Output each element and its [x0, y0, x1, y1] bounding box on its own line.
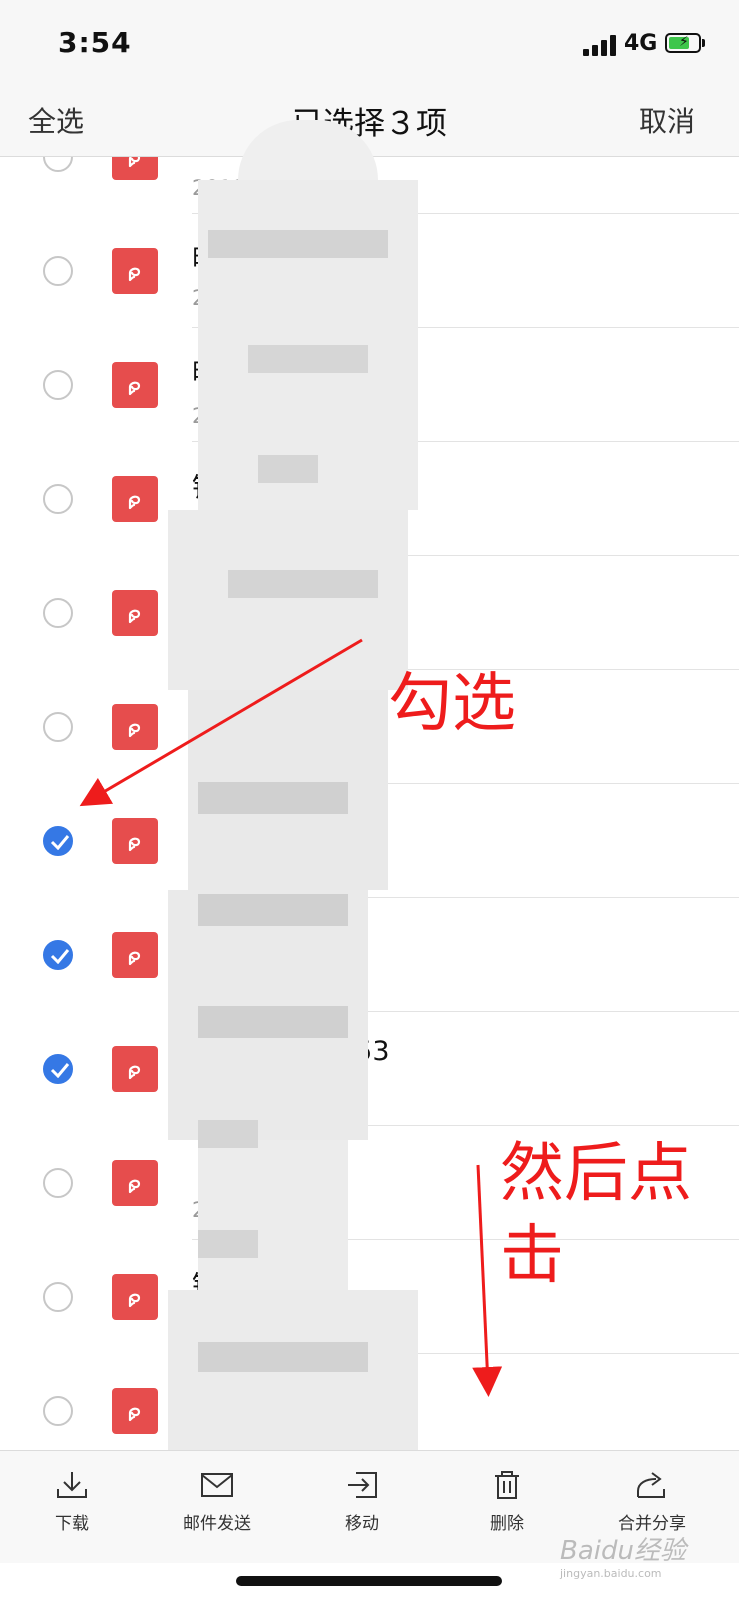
file-name: 明 程图 — [192, 245, 282, 276]
pdf-file-icon — [112, 362, 158, 408]
checkbox-unchecked[interactable] — [43, 370, 73, 400]
email-send-label: 邮件发送 — [183, 1514, 251, 1534]
annotation-click: 击 — [500, 1219, 564, 1293]
checkmark-icon — [50, 1063, 70, 1078]
baidu-watermark: Baidu经验 jingyan.baidu.com — [560, 1530, 686, 1580]
download-icon — [57, 1472, 87, 1498]
signal-icon — [583, 34, 619, 56]
checkbox-unchecked[interactable] — [43, 712, 73, 742]
file-name: 明路 — [192, 359, 246, 390]
watermark-url: jingyan.baidu.com — [560, 1567, 662, 1580]
file-row[interactable]: 锦瑞平 2019年 5 KB — [0, 442, 739, 556]
file-name: 锦瑞 — [192, 1271, 246, 1302]
checkbox-checked[interactable] — [43, 1054, 73, 1084]
checkbox-unchecked[interactable] — [43, 256, 73, 286]
file-row[interactable]: 锦瑞 01.4 KB — [0, 1240, 739, 1354]
network-type: 4G — [624, 31, 658, 56]
pdf-file-icon — [112, 1388, 158, 1434]
file-row[interactable]: 锦 图 日 2.4 MB — [0, 670, 739, 784]
selection-count-title: 已选择３项 — [292, 106, 447, 142]
checkbox-unchecked[interactable] — [43, 1396, 73, 1426]
checkbox-unchecked[interactable] — [43, 1282, 73, 1312]
checkmark-icon — [50, 835, 70, 850]
move-label: 移动 — [345, 1514, 379, 1534]
checkbox-checked[interactable] — [43, 826, 73, 856]
checkbox-checked[interactable] — [43, 940, 73, 970]
file-row[interactable]: 日 736.3 KB — [0, 784, 739, 898]
pdf-file-icon — [112, 704, 158, 750]
select-all-button[interactable]: 全选 — [28, 100, 84, 140]
file-meta: 20 3.8 MB — [192, 286, 298, 310]
cancel-button[interactable]: 取消 — [639, 100, 695, 140]
pdf-file-icon — [112, 932, 158, 978]
file-meta: 日 2.4 MB — [192, 746, 293, 770]
download-label: 下载 — [55, 1514, 89, 1534]
watermark-brand: Baidu经验 — [560, 1536, 686, 1566]
file-row[interactable]: 01127 111853 日 4.0 MB — [0, 1012, 739, 1126]
file-row[interactable]: 锦瑞 汇总 20 .5 MB — [0, 556, 739, 670]
file-meta: 日 4.0 MB — [192, 1088, 293, 1112]
file-meta: 2019年 .3 KB — [192, 404, 329, 428]
file-meta: 2 760.9 KB — [192, 1198, 308, 1222]
checkbox-unchecked[interactable] — [43, 598, 73, 628]
trash-icon — [495, 1471, 519, 1499]
delete-button[interactable]: 删除 — [447, 1469, 567, 1534]
battery-icon: ⚡ — [665, 33, 701, 53]
file-list[interactable]: 2019年 67.3 KB 明 程图 20 3.8 MB 明路 2019年 .3 KB 锦… — [0, 157, 739, 1450]
file-meta: 01.4 KB — [192, 1312, 274, 1336]
checkbox-unchecked[interactable] — [43, 157, 73, 172]
file-meta: 日 736.3 KB — [192, 860, 315, 884]
pdf-file-icon — [112, 590, 158, 636]
file-name: 01127 111853 — [192, 1036, 390, 1067]
checkmark-icon — [50, 949, 70, 964]
file-meta: 2019年 5 KB — [192, 518, 322, 542]
file-name: 锦瑞 汇总 — [192, 587, 309, 618]
file-name: 协议 — [192, 1385, 246, 1416]
file-row[interactable]: 明路 2019年 .3 KB — [0, 328, 739, 442]
email-send-button[interactable]: 邮件发送 — [157, 1469, 277, 1534]
mail-icon — [201, 1473, 233, 1497]
pdf-file-icon — [112, 818, 158, 864]
download-button[interactable]: 下载 — [12, 1469, 132, 1534]
file-meta: 2019年 67.3 KB — [192, 176, 355, 200]
move-icon — [348, 1472, 377, 1498]
file-row[interactable]: 2019年 67.3 KB — [0, 157, 739, 214]
file-row[interactable]: 协议 .1 MB — [0, 1354, 739, 1450]
file-name: 锦 图 — [192, 701, 255, 732]
pdf-file-icon — [112, 157, 158, 180]
checkbox-unchecked[interactable] — [43, 1168, 73, 1198]
file-row[interactable]: 明 程图 20 3.8 MB — [0, 214, 739, 328]
file-row[interactable]: 127 170828 27日 1.2 MB — [0, 898, 739, 1012]
file-meta: .1 MB — [192, 1426, 252, 1450]
file-name: 锦瑞平 — [192, 473, 273, 504]
merge-share-button[interactable]: 合并分享 — [592, 1469, 712, 1534]
pdf-file-icon — [112, 248, 158, 294]
pdf-file-icon — [112, 476, 158, 522]
annotation-then-click: 然后点 — [500, 1137, 692, 1211]
move-button[interactable]: 移动 — [302, 1469, 422, 1534]
pdf-file-icon — [112, 1160, 158, 1206]
checkbox-unchecked[interactable] — [43, 484, 73, 514]
status-bar: 3:54 4G ⚡ — [0, 0, 739, 88]
selection-header: 已选择３项 全选 取消 — [0, 88, 739, 157]
delete-label: 删除 — [490, 1514, 524, 1534]
home-indicator[interactable] — [236, 1576, 502, 1586]
pdf-file-icon — [112, 1046, 158, 1092]
status-time: 3:54 — [58, 26, 132, 59]
file-meta: 20 .5 MB — [192, 628, 285, 652]
pdf-file-icon — [112, 1274, 158, 1320]
file-name: 127 170828 — [192, 922, 356, 953]
battery-cap — [702, 39, 705, 47]
share-icon — [637, 1472, 665, 1498]
file-meta: 27日 1.2 MB — [192, 974, 319, 998]
annotation-check: 勾选 — [388, 667, 516, 741]
